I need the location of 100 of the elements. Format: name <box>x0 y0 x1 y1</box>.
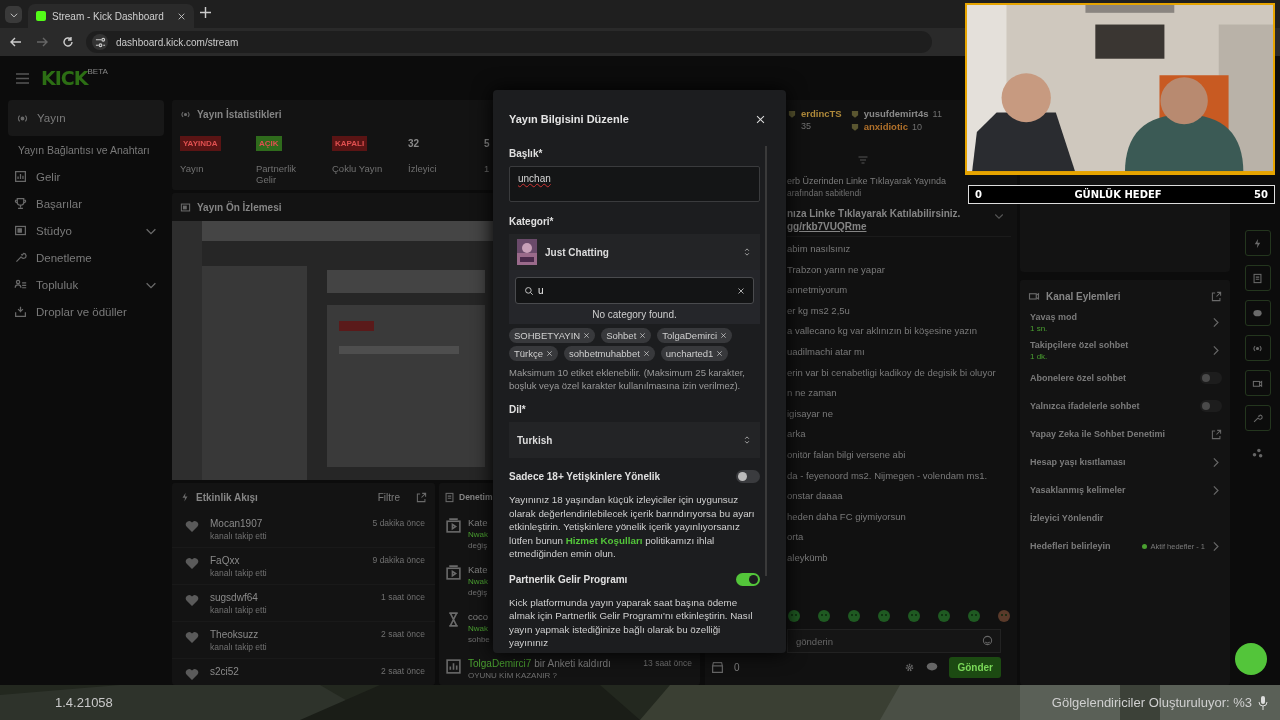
channel-action[interactable]: Yasaklanmış kelimeler <box>1020 476 1230 504</box>
tab-title: Stream - Kick Dashboard <box>52 10 165 22</box>
chart-icon <box>14 170 27 183</box>
event-detail: değiş <box>468 541 488 550</box>
nav-item[interactable]: Başarılar <box>8 190 164 217</box>
heart-icon <box>184 666 200 682</box>
heart-icon <box>184 555 200 571</box>
nav-item[interactable]: Stüdyo <box>8 217 164 244</box>
channel-action[interactable]: Yavaş mod 1 sn. <box>1020 308 1230 336</box>
toggle-switch[interactable] <box>736 572 760 586</box>
chat-message: erin var bi cenabetligi kadikoy de degisik bi oluyor <box>787 365 997 380</box>
channel-action[interactable]: Yapay Zeka ile Sohbet Denetimi <box>1020 420 1230 448</box>
gear-icon <box>904 661 916 673</box>
chatter-name[interactable]: yusufdemirt4s <box>863 108 929 119</box>
toolbar-button[interactable] <box>1244 300 1271 326</box>
channel-action[interactable]: İzleyici Yönlendir <box>1020 504 1230 532</box>
pinned-link[interactable]: gg/rkb7VUQRme <box>787 221 867 232</box>
heart-icon <box>184 518 200 534</box>
clear-button[interactable] <box>737 286 745 295</box>
emote-icon[interactable] <box>847 609 861 623</box>
channel-action[interactable]: Hesap yaşı kısıtlaması <box>1020 448 1230 476</box>
external-link-icon <box>1211 428 1222 440</box>
chat-message: annetmiyorum <box>787 283 849 298</box>
close-icon <box>546 350 554 357</box>
browser-tab[interactable]: Stream - Kick Dashboard <box>28 4 194 28</box>
toolbar-button[interactable] <box>1244 405 1271 431</box>
heart-icon <box>184 629 200 645</box>
menu-icon[interactable] <box>16 72 29 84</box>
gift-count: 35 <box>801 121 812 131</box>
close-icon <box>583 332 591 339</box>
toggle-switch[interactable] <box>736 470 760 483</box>
event-text: kanalı takip etti <box>210 531 267 541</box>
setting-label: Partnerlik Gelir Programı <box>509 573 628 585</box>
nav-item[interactable]: Yayın <box>8 100 164 136</box>
toolbar-button[interactable] <box>1244 335 1271 361</box>
emote-icon[interactable] <box>937 609 951 623</box>
action-button[interactable] <box>1235 643 1267 675</box>
event-text: kanalı takip etti <box>210 642 267 652</box>
chatter-name[interactable]: erdincTS <box>801 108 842 119</box>
back-button[interactable] <box>8 36 24 48</box>
nav-item[interactable]: Gelir <box>8 163 164 190</box>
chatter-name[interactable]: anxidiotic <box>863 121 908 132</box>
version-text: 1.4.21058 <box>55 695 113 710</box>
channel-action[interactable]: Yalnızca ifadelerle sohbet <box>1020 392 1230 420</box>
poll-title: OYUNU KİM KAZANIR ? <box>468 671 558 680</box>
close-icon <box>639 332 647 339</box>
category-select[interactable]: Just Chatting <box>509 234 760 270</box>
event-title: Kate <box>468 517 488 528</box>
emote-icon[interactable] <box>787 609 801 623</box>
event-time: 1 saat önce <box>381 592 425 602</box>
search-field[interactable]: u <box>515 277 754 304</box>
emote-icon[interactable] <box>967 609 981 623</box>
tag-chip[interactable]: Türkçe <box>509 346 559 361</box>
stat-value: 5 <box>484 137 491 151</box>
toolbar-button[interactable] <box>1244 370 1271 396</box>
title-field[interactable]: unchan <box>509 166 760 202</box>
reload-button[interactable] <box>60 36 76 48</box>
stat-label: Yayın <box>180 163 205 174</box>
terms-link[interactable]: Hizmet Koşulları <box>565 534 643 546</box>
close-button[interactable] <box>755 113 766 125</box>
tag-chip[interactable]: Sohbet <box>601 328 652 343</box>
toolbar-button[interactable] <box>1244 230 1271 256</box>
event-time: 9 dakika önce <box>372 555 425 565</box>
event-detail: sohbe <box>468 635 490 644</box>
address-bar[interactable]: dashboard.kick.com/stream <box>86 31 932 53</box>
emote-icon[interactable] <box>877 609 891 623</box>
badge-icon <box>849 108 860 119</box>
language-select[interactable]: Turkish <box>509 422 760 458</box>
follower-name: s2ci52 <box>210 666 239 677</box>
toggle-switch[interactable] <box>1200 400 1222 412</box>
toggle-switch[interactable] <box>1200 372 1222 384</box>
tag-chip[interactable]: sohbetmuhabbet <box>564 346 655 361</box>
filter-link[interactable]: Filtre <box>377 491 400 503</box>
channel-action[interactable]: Takipçilere özel sohbet 1 dk. <box>1020 336 1230 364</box>
emote-icon[interactable] <box>817 609 831 623</box>
tag-chip[interactable]: TolgaDemirci <box>657 328 733 343</box>
site-settings-icon <box>92 34 108 50</box>
goal-current: 0 <box>975 189 982 200</box>
nav-item[interactable]: Denetleme <box>8 244 164 271</box>
nav-subitem[interactable]: Yayın Bağlantısı ve Anahtarı <box>8 136 164 163</box>
tag-chip[interactable]: SOHBETYAYIN <box>509 328 596 343</box>
tab-list-button[interactable] <box>5 6 22 23</box>
emote-icon[interactable] <box>907 609 921 623</box>
nav-item[interactable]: Droplar ve ödüller <box>8 298 164 325</box>
send-button[interactable]: Gönder <box>949 656 1001 678</box>
pinned-title: erb Üzerinden Linke Tıklayarak Yayında <box>787 176 947 186</box>
chat-message: uadilmachi atar mı <box>787 344 866 359</box>
panel-title: Kanal Eylemleri <box>1046 290 1121 302</box>
goal-target: 50 <box>1254 189 1268 200</box>
chat-input[interactable]: gönderin <box>787 629 1001 653</box>
stat-label: İzleyici <box>408 163 438 174</box>
tag-chip[interactable]: uncharted1 <box>660 346 729 361</box>
tags-hint: Maksimum 10 etiket eklenebilir. (Maksimum 25 karakter, boşluk veya özel karakter kullanılmasına izin verilmez). <box>509 366 746 392</box>
forward-button[interactable] <box>34 36 50 48</box>
close-icon <box>755 113 766 125</box>
channel-action[interactable]: Abonelere özel sohbet <box>1020 364 1230 392</box>
toolbar-button[interactable] <box>1244 265 1271 291</box>
emote-icon[interactable] <box>997 609 1011 623</box>
nav-item[interactable]: Topluluk <box>8 271 164 298</box>
bolt-icon <box>180 492 190 502</box>
